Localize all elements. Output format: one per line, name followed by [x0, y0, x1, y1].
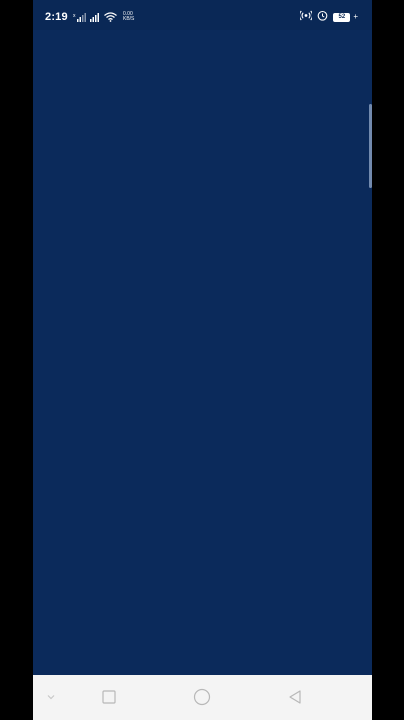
wifi-icon [104, 12, 117, 22]
status-time: 2:19 [45, 11, 68, 23]
status-right-icons: 52 + [299, 8, 358, 26]
recents-square-icon[interactable] [99, 687, 119, 707]
app-screen: 2:19 x 0.00 KB/S 52 + [33, 0, 372, 720]
status-bar: 2:19 x 0.00 KB/S 52 + [33, 0, 372, 30]
home-circle-icon[interactable] [192, 687, 212, 707]
hotspot-icon [299, 8, 314, 26]
status-left-icons: x 0.00 KB/S [73, 10, 134, 24]
net-speed-unit: KB/S [123, 16, 135, 22]
device-frame: 2:19 x 0.00 KB/S 52 + [0, 0, 404, 720]
navigation-bar [33, 675, 372, 720]
battery-level: 52 [338, 14, 346, 20]
scroll-indicator[interactable] [369, 104, 372, 188]
alarm-icon [317, 8, 328, 26]
signal-2-icon [90, 12, 100, 22]
signal-1-icon: x [73, 12, 86, 22]
net-speed: 0.00 KB/S [123, 12, 134, 22]
svg-text:x: x [73, 13, 76, 19]
charging-bolt-icon: + [353, 12, 358, 21]
content-area [33, 30, 372, 675]
battery-icon: 52 [333, 12, 351, 22]
back-triangle-icon[interactable] [285, 687, 305, 707]
chevron-down-icon[interactable] [41, 687, 61, 707]
